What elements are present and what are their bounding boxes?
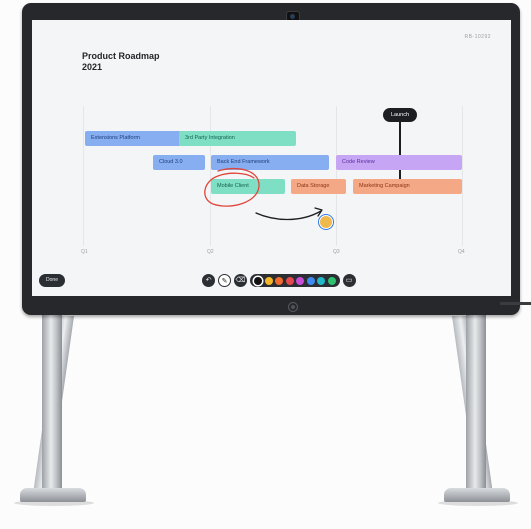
black-arrow-annotation	[255, 210, 322, 221]
color-swatch-blue[interactable]	[306, 276, 315, 285]
color-swatch-black[interactable]	[254, 276, 262, 285]
stand-foot-right	[444, 488, 510, 502]
whiteboard-canvas[interactable]: RB-10292 Product Roadmap 2021 Q1 Q2 Q3 Q…	[32, 20, 511, 296]
color-swatch-purple[interactable]	[296, 276, 304, 285]
color-swatch-red[interactable]	[285, 276, 294, 285]
collaborator-cursor-avatar	[319, 215, 333, 229]
ink-annotations	[204, 167, 323, 221]
color-swatch-orange[interactable]	[275, 276, 283, 285]
stand-leg-right	[466, 314, 486, 494]
pen-icon[interactable]: ✎	[218, 274, 231, 287]
stand-leg-left	[42, 314, 62, 494]
sticky-note-icon[interactable]: ▭	[342, 274, 356, 287]
stand-foot-left	[20, 488, 86, 502]
color-swatch-green[interactable]	[327, 276, 336, 285]
power-indicator-icon	[288, 302, 298, 312]
red-circle-annotation	[204, 167, 260, 207]
speaker-grille	[500, 302, 531, 305]
drawing-toolbar: ↶ ✎ ⌫ ▭	[202, 272, 356, 289]
undo-icon[interactable]: ↶	[202, 274, 215, 287]
color-swatch-cyan[interactable]	[317, 276, 325, 285]
eraser-icon[interactable]: ⌫	[234, 274, 247, 287]
color-swatch-yellow[interactable]	[264, 276, 273, 285]
color-palette	[250, 274, 340, 287]
done-button[interactable]: Done	[39, 274, 65, 287]
